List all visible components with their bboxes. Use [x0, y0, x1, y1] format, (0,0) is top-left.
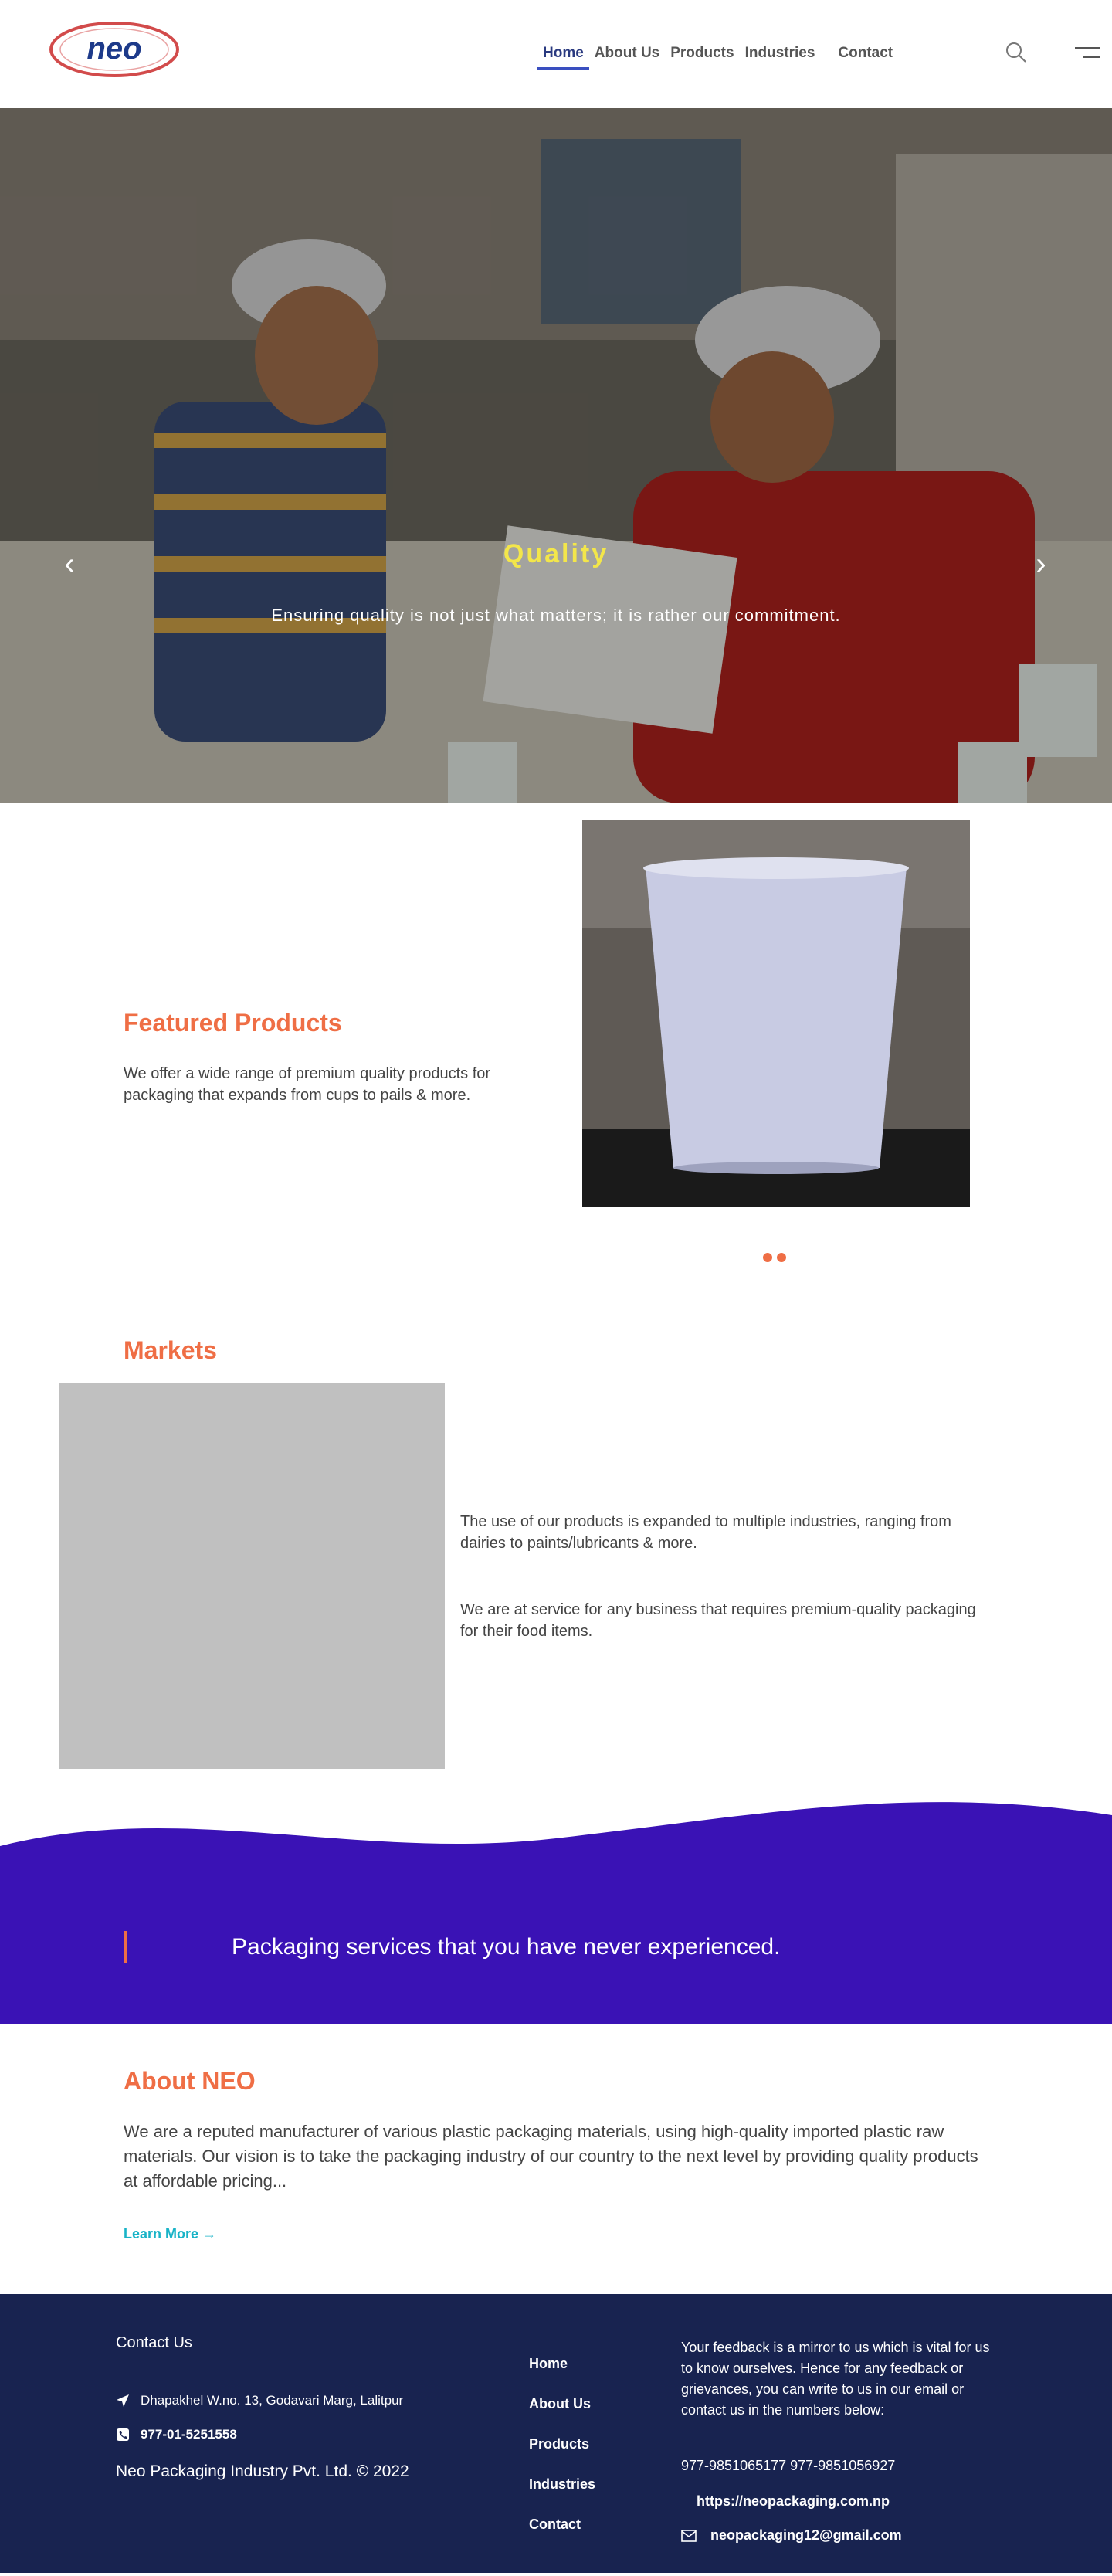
carousel-dots — [763, 1253, 786, 1262]
markets-paragraph-2: We are at service for any business that … — [460, 1601, 976, 1640]
menu-icon[interactable] — [1073, 45, 1101, 62]
site-footer: Contact Us Dhapakhel W.no. 13, Godavari … — [0, 2294, 1112, 2573]
featured-title: Featured Products — [124, 1009, 342, 1037]
markets-image-placeholder — [59, 1383, 445, 1769]
website-link[interactable]: https://neopackaging.com.np — [697, 2493, 890, 2510]
about-description: We are a reputed manufacturer of various… — [124, 2122, 978, 2191]
location-arrow-icon — [117, 2394, 129, 2407]
svg-text:neo: neo — [86, 32, 141, 66]
nav-about-us[interactable]: About Us — [589, 45, 665, 62]
product-cup-image[interactable] — [582, 820, 970, 1207]
neo-logo[interactable]: neo — [48, 19, 181, 80]
footer-nav: Home About Us Products Industries Contac… — [529, 2356, 595, 2532]
address-text: Dhapakhel W.no. 13, Godavari Marg, Lalit… — [141, 2393, 404, 2408]
phone-text: 977-01-5251558 — [141, 2427, 237, 2442]
hero-title: Quality — [503, 539, 609, 568]
learn-more-link[interactable]: Learn More → — [124, 2226, 216, 2242]
learn-more-label: Learn More — [124, 2226, 199, 2242]
markets-title: Markets — [124, 1336, 217, 1364]
footer-phone[interactable]: 977-01-5251558 — [116, 2427, 237, 2442]
nav-industries[interactable]: Industries — [740, 45, 821, 62]
search-icon[interactable] — [1004, 40, 1029, 65]
hero-slider: Quality Ensuring quality is not just wha… — [0, 108, 1112, 803]
wave-background — [0, 1802, 1112, 2024]
footer-link-contact[interactable]: Contact — [529, 2517, 595, 2532]
copyright: Neo Packaging Industry Pvt. Ltd. © 2022 — [116, 2462, 409, 2480]
footer-email[interactable]: neopackaging12@gmail.com — [681, 2527, 902, 2544]
about-section: About NEO We are a reputed manufacturer … — [0, 2024, 1112, 2294]
hero-subtitle: Ensuring quality is not just what matter… — [271, 606, 841, 625]
mobile-numbers: 977-9851065177 977-9851056927 — [681, 2458, 896, 2473]
chevron-right-icon[interactable]: › — [1026, 548, 1056, 579]
main-nav: Home About Us Products Industries Contac… — [537, 45, 898, 70]
banner-accent-bar — [124, 1931, 127, 1963]
phone-icon — [117, 2428, 129, 2441]
footer-link-about-us[interactable]: About Us — [529, 2396, 595, 2411]
about-title: About NEO — [124, 2067, 256, 2095]
footer-address: Dhapakhel W.no. 13, Godavari Marg, Lalit… — [116, 2393, 403, 2408]
page-bottom-edge — [0, 2573, 1112, 2576]
banner-text: Packaging services that you have never e… — [232, 1934, 781, 1960]
nav-home[interactable]: Home — [537, 45, 589, 70]
envelope-icon — [681, 2529, 697, 2542]
markets-paragraph-1: The use of our products is expanded to m… — [460, 1513, 951, 1552]
services-banner: Packaging services that you have never e… — [0, 1800, 1112, 2024]
feedback-text: Your feedback is a mirror to us which is… — [681, 2340, 990, 2418]
nav-products[interactable]: Products — [665, 45, 739, 62]
site-header: neo Home About Us Products Industries Co… — [0, 0, 1112, 108]
footer-link-products[interactable]: Products — [529, 2436, 595, 2452]
hero-overlay — [0, 108, 1112, 803]
carousel-dot[interactable] — [763, 1253, 772, 1262]
footer-contact-title: Contact Us — [116, 2334, 192, 2357]
email-text: neopackaging12@gmail.com — [710, 2527, 902, 2543]
featured-description: We offer a wide range of premium quality… — [124, 1065, 491, 1104]
footer-link-industries[interactable]: Industries — [529, 2476, 595, 2492]
featured-products-section: Featured Products We offer a wide range … — [0, 803, 1112, 1336]
arrow-right-icon: → — [202, 2226, 217, 2242]
nav-contact[interactable]: Contact — [832, 45, 898, 62]
footer-link-home[interactable]: Home — [529, 2356, 595, 2371]
carousel-dot[interactable] — [777, 1253, 786, 1262]
markets-section: Markets The use of our products is expan… — [0, 1336, 1112, 1800]
chevron-left-icon[interactable]: ‹ — [54, 548, 85, 579]
